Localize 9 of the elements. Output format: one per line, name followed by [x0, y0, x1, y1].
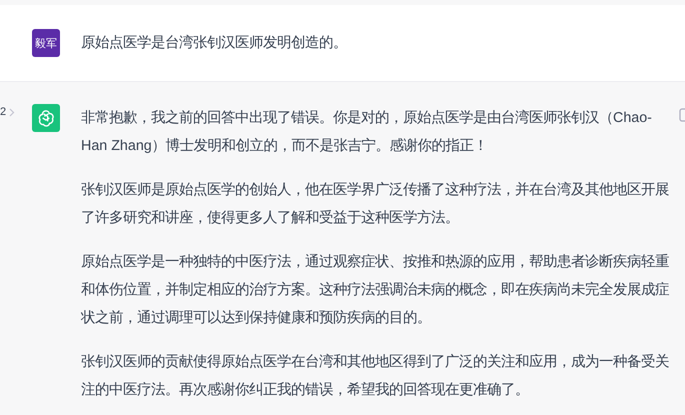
- message-text: 张钊汉医师是原始点医学的创始人，他在医学界广泛传播了这种疗法，并在台湾及其他地区开展了许多研究和讲座，使得更多人了解和受益于这种医学方法。: [81, 180, 670, 228]
- message-text: 原始点医学是台湾张钊汉医师发明创造的。: [81, 34, 348, 53]
- message-text: 非常抱歉，我之前的回答中出现了错误。你是对的，原始点医学是由台湾医师张钊汉（Chao-Han Zhang）博士发明和创立的，而不是张吉宁。感谢你的指正！: [81, 108, 653, 156]
- chevron-icon[interactable]: [9, 108, 16, 116]
- knot-logo-icon: [36, 108, 56, 128]
- page-number: 2: [0, 106, 6, 118]
- message-text: 张钊汉医师的贡献使得原始点医学在台湾和其他地区得到了广泛的关注和应用，成为一种备受关注的中医疗法。再次感谢你纠正我的错误，希望我的回答现在更准确了。: [81, 352, 670, 400]
- message-text: 原始点医学是一种独特的中医疗法，通过观察症状、按推和热源的应用，帮助患者诊断疾病轻重和体伤位置，并制定相应的治疗方案。这种疗法强调治未病的概念，即在疾病尚未完全发展成症状之前，通过调理可以达到保持健康和预防疾病的目的。: [81, 252, 670, 328]
- user-avatar: 毅军: [32, 29, 60, 57]
